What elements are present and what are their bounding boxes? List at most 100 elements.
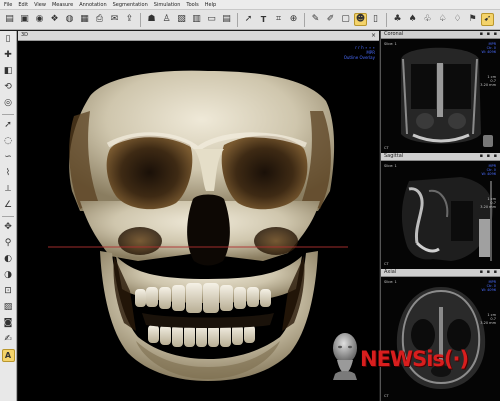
scale-line: 3.20 mm [480,205,496,209]
implant-icon[interactable]: ♧ [421,13,434,26]
lower-teeth [148,325,255,347]
coronal-info-right: MPR Ctr. 0 W: 4096 [482,42,496,54]
page-icon[interactable]: ▯ [2,33,15,46]
image-gallery-icon[interactable]: ❖ [48,13,61,26]
mail-icon[interactable]: ✉ [108,13,121,26]
text-tool-icon[interactable]: A [1,349,15,362]
scale-line: 3.20 mm [480,321,496,325]
pointer-icon[interactable]: ➚ [2,119,15,132]
report-icon[interactable]: ▤ [220,13,233,26]
camera-icon[interactable]: ◙ [2,317,15,330]
3d-view-tab[interactable]: 3D × [18,31,379,41]
toolbar-divider [140,12,141,27]
crop-icon[interactable]: ⊡ [2,285,15,298]
axial-scale: 1 cm 0.7 3.20 mm [480,313,496,325]
save-icon[interactable]: ▣ [18,13,31,26]
open-folder-icon[interactable]: ▤ [3,13,16,26]
axial-corner-label: CT [384,394,389,398]
scale-line: 3.20 mm [480,83,496,87]
axial-panel-header: Axial ▪ ▪ ▪ [381,269,500,277]
coronal-scale: 1 cm 0.7 3.20 mm [480,75,496,87]
note-icon[interactable]: ✎ [309,13,322,26]
edit-icon[interactable]: ✐ [324,13,337,26]
measure-icon[interactable]: ⟂ [2,183,15,196]
upper-teeth [135,283,271,313]
cursor-help-icon[interactable]: ➹ [481,13,494,26]
left-maxilla-shadow [118,227,162,255]
scan-icon[interactable]: ◧ [2,65,15,78]
info-line: W: 4096 [481,172,496,176]
coronal-panel[interactable]: Coronal ▪ ▪ ▪ Slice: 1 MPR Ctr. 0 W: 409… [380,31,500,153]
sagittal-corner-label: CT [384,262,389,266]
nerve-icon[interactable]: ♤ [436,13,449,26]
panel-window-buttons[interactable]: ▪ ▪ ▪ [480,31,498,38]
clip-icon[interactable]: ▨ [2,301,15,314]
text-icon[interactable]: T [257,13,270,26]
panel-window-buttons[interactable]: ▪ ▪ ▪ [480,153,498,160]
flag-icon[interactable]: ⚑ [466,13,479,26]
right-maxilla-shadow [254,227,298,255]
export-icon[interactable]: ⇪ [123,13,136,26]
print-icon[interactable]: ⎙ [93,13,106,26]
film-icon[interactable]: ▥ [190,13,203,26]
menu-annotation[interactable]: Annotation [79,0,106,10]
watermark-text: NEWSis(·) [360,347,469,371]
crop-icon[interactable]: ⌗ [272,13,285,26]
menu-segmentation[interactable]: Segmentation [113,0,148,10]
close-icon[interactable]: × [371,31,376,40]
menu-tools[interactable]: Tools [186,0,198,10]
contrast-icon[interactable]: ◑ [2,269,15,282]
reset-view-icon[interactable]: ◎ [2,97,15,110]
coronal-info: Slice: 1 [384,42,397,46]
menu-bar: File Edit View Measure Annotation Segmen… [0,0,500,10]
new-icon[interactable]: ✚ [2,49,15,62]
axial-info-right: MPR Ctr. 0 W: 4096 [482,280,496,292]
view-layout-icon[interactable]: ▦ [78,13,91,26]
3d-view-tab-label: 3D [21,32,29,38]
camera-icon[interactable]: ◉ [33,13,46,26]
monitor-icon[interactable]: ▭ [205,13,218,26]
menu-help[interactable]: Help [205,0,216,10]
sagittal-panel[interactable]: Sagittal ▪ ▪ ▪ Slice: 1 MPR Ctr. 0 W: 40… [380,153,500,269]
zoom-icon[interactable]: ⚲ [2,237,15,250]
menu-simulation[interactable]: Simulation [154,0,181,10]
3d-viewport[interactable]: 3D × r r h ∙ ∙ ∙ MPR Outline Overlay [18,31,379,401]
sagittal-slice-image[interactable] [381,161,500,269]
main-toolbar: ▤ ▣ ◉ ❖ ◍ ▦ ⎙ ✉ ⇪ ☗ ♙ ▧ ▥ ▭ ▤ ➚ T ⌗ ⊕ ✎ … [0,10,500,30]
menu-measure[interactable]: Measure [52,0,73,10]
zoom-icon[interactable]: ⊕ [287,13,300,26]
menu-file[interactable]: File [4,0,12,10]
curve-icon[interactable]: ∽ [2,151,15,164]
image-icon[interactable]: ▧ [175,13,188,26]
lasso-icon[interactable]: ◌ [2,135,15,148]
toolbar-divider [237,12,238,27]
coronal-slice-image[interactable] [381,39,500,153]
pan-icon[interactable]: ✥ [2,221,15,234]
news-watermark: NEWSis(·) [329,330,479,380]
sidebar-divider [2,216,14,217]
user-icon[interactable]: ♙ [160,13,173,26]
coronal-panel-header: Coronal ▪ ▪ ▪ [381,31,500,39]
document-icon[interactable]: ▢ [339,13,352,26]
head-model-icon [333,333,357,380]
angle-icon[interactable]: ∠ [2,199,15,212]
panel-window-buttons[interactable]: ▪ ▪ ▪ [480,269,498,276]
rotate-icon[interactable]: ⟲ [2,81,15,94]
skull-view-icon[interactable]: ☻ [354,13,367,26]
pointer-icon[interactable]: ➚ [242,13,255,26]
sinus-icon[interactable]: ♢ [451,13,464,26]
coronal-corner-label: CT [384,146,389,150]
menu-edit[interactable]: Edit [18,0,28,10]
sculpt-icon[interactable]: ⌇ [2,167,15,180]
toolbar-divider [386,12,387,27]
airway-icon[interactable]: ♣ [391,13,404,26]
volume-render-icon[interactable]: ◍ [63,13,76,26]
window-level-icon[interactable]: ◐ [2,253,15,266]
ruler-icon[interactable]: ▯ [369,13,382,26]
skull-3d-render[interactable] [18,41,379,401]
menu-view[interactable]: View [34,0,46,10]
patient-icon[interactable]: ☗ [145,13,158,26]
sagittal-panel-header: Sagittal ▪ ▪ ▪ [381,153,500,161]
annotate-icon[interactable]: ✍ [2,333,15,346]
tooth-icon[interactable]: ♠ [406,13,419,26]
